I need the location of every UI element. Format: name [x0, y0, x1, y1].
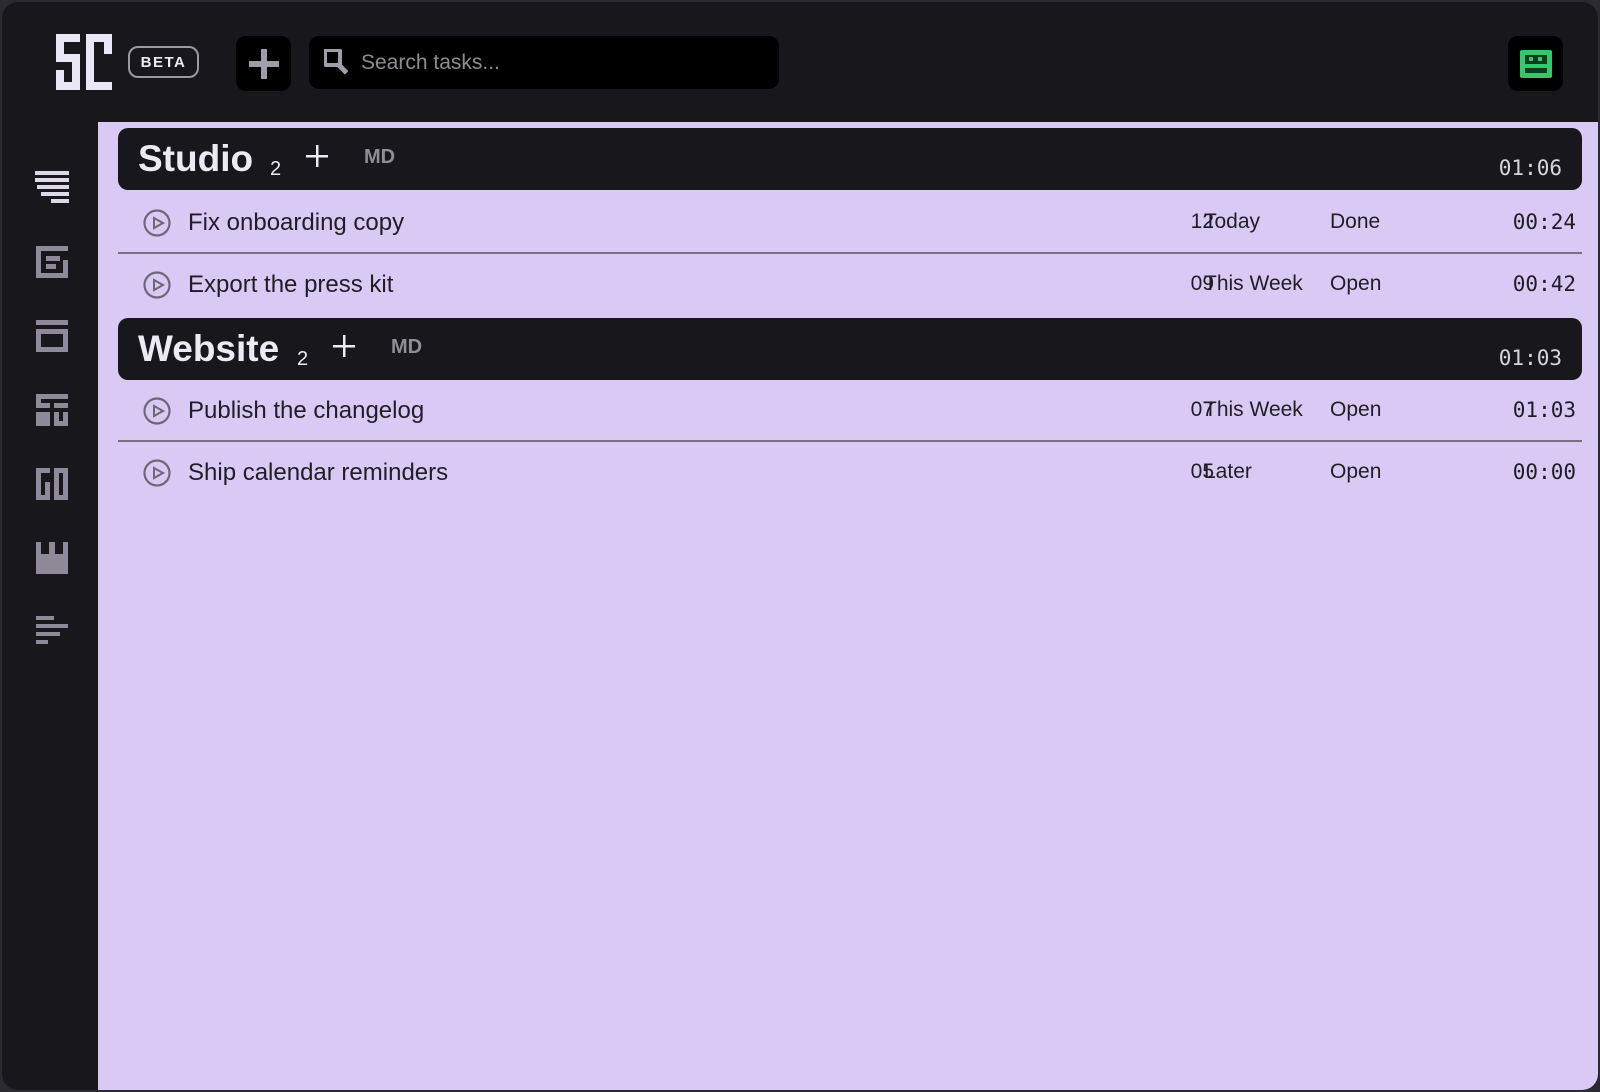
group-add-button[interactable]: [300, 139, 334, 173]
user-icon: [1519, 49, 1552, 78]
task-time: 00:00: [1512, 460, 1576, 484]
task-time: 01:03: [1512, 398, 1576, 422]
task-due: This Week: [1204, 272, 1303, 295]
task-status: Open: [1330, 398, 1382, 421]
task-title: Fix onboarding copy: [188, 209, 405, 236]
sidebar-item-document[interactable]: [32, 242, 72, 282]
task-time: 00:24: [1512, 210, 1576, 234]
plus-icon: [333, 335, 355, 357]
group-header-studio[interactable]: Studio 2 MD 01:06: [118, 128, 1582, 190]
sidebar-item-archive[interactable]: [32, 316, 72, 356]
app-logo[interactable]: [56, 34, 112, 90]
task-list-panel: Studio 2 MD 01:06 Fix onboarding copy 12…: [98, 122, 1598, 1090]
top-bar: BETA: [2, 2, 1598, 122]
sidebar-item-calendar[interactable]: [32, 538, 72, 578]
task-status: Open: [1330, 272, 1382, 295]
plus-icon: [306, 145, 328, 167]
task-title: Export the press kit: [188, 271, 394, 298]
play-icon[interactable]: [142, 208, 172, 238]
sidebar-item-columns[interactable]: [32, 464, 72, 504]
task-title: Publish the changelog: [188, 397, 425, 424]
list-icon: [35, 171, 69, 203]
task-row[interactable]: Export the press kit 09 This Week Open 0…: [118, 254, 1582, 316]
play-icon[interactable]: [142, 270, 172, 300]
group-count: 2: [297, 348, 309, 370]
sidebar-nav: [2, 122, 98, 1090]
task-row[interactable]: Ship calendar reminders 05 Later Open 00…: [118, 442, 1582, 504]
group-total-time: 01:06: [1498, 156, 1562, 180]
plus-icon: [248, 48, 279, 79]
group-total-time: 01:03: [1498, 346, 1562, 370]
play-icon[interactable]: [142, 396, 172, 426]
group-count: 2: [270, 158, 282, 180]
play-icon[interactable]: [142, 458, 172, 488]
app-window: BETA Search tasks... Studio 2 MD 01:06 F…: [2, 2, 1598, 1090]
group-title: Studio: [138, 138, 254, 179]
calendar-icon: [36, 542, 68, 574]
search-input[interactable]: [361, 36, 761, 89]
search-box[interactable]: [309, 36, 779, 89]
beta-badge: BETA: [128, 46, 199, 78]
task-status: Done: [1330, 210, 1381, 233]
archive-icon: [36, 320, 68, 352]
task-time: 00:42: [1512, 272, 1576, 296]
task-title: Ship calendar reminders: [188, 459, 449, 486]
group-add-button[interactable]: [327, 329, 361, 363]
task-due: Later: [1204, 460, 1252, 483]
task-row[interactable]: Fix onboarding copy 12 Today Done 00:24: [118, 192, 1582, 254]
document-icon: [36, 246, 68, 278]
sidebar-item-layout[interactable]: [32, 390, 72, 430]
task-due: This Week: [1204, 398, 1303, 421]
sidebar-item-timeline[interactable]: [32, 612, 72, 652]
markdown-export-button[interactable]: MD: [364, 146, 395, 169]
search-icon: [324, 49, 349, 75]
columns-icon: [36, 468, 68, 500]
task-due: Today: [1204, 210, 1261, 233]
layout-icon: [36, 394, 68, 426]
timeline-icon: [36, 616, 68, 644]
user-menu-button[interactable]: [1508, 36, 1563, 91]
sidebar-item-list[interactable]: [32, 168, 72, 208]
add-task-button[interactable]: [236, 36, 291, 91]
task-row[interactable]: Publish the changelog 07 This Week Open …: [118, 380, 1582, 442]
markdown-export-button[interactable]: MD: [391, 336, 422, 359]
group-title: Website: [138, 328, 280, 369]
group-header-website[interactable]: Website 2 MD 01:03: [118, 318, 1582, 380]
task-status: Open: [1330, 460, 1382, 483]
